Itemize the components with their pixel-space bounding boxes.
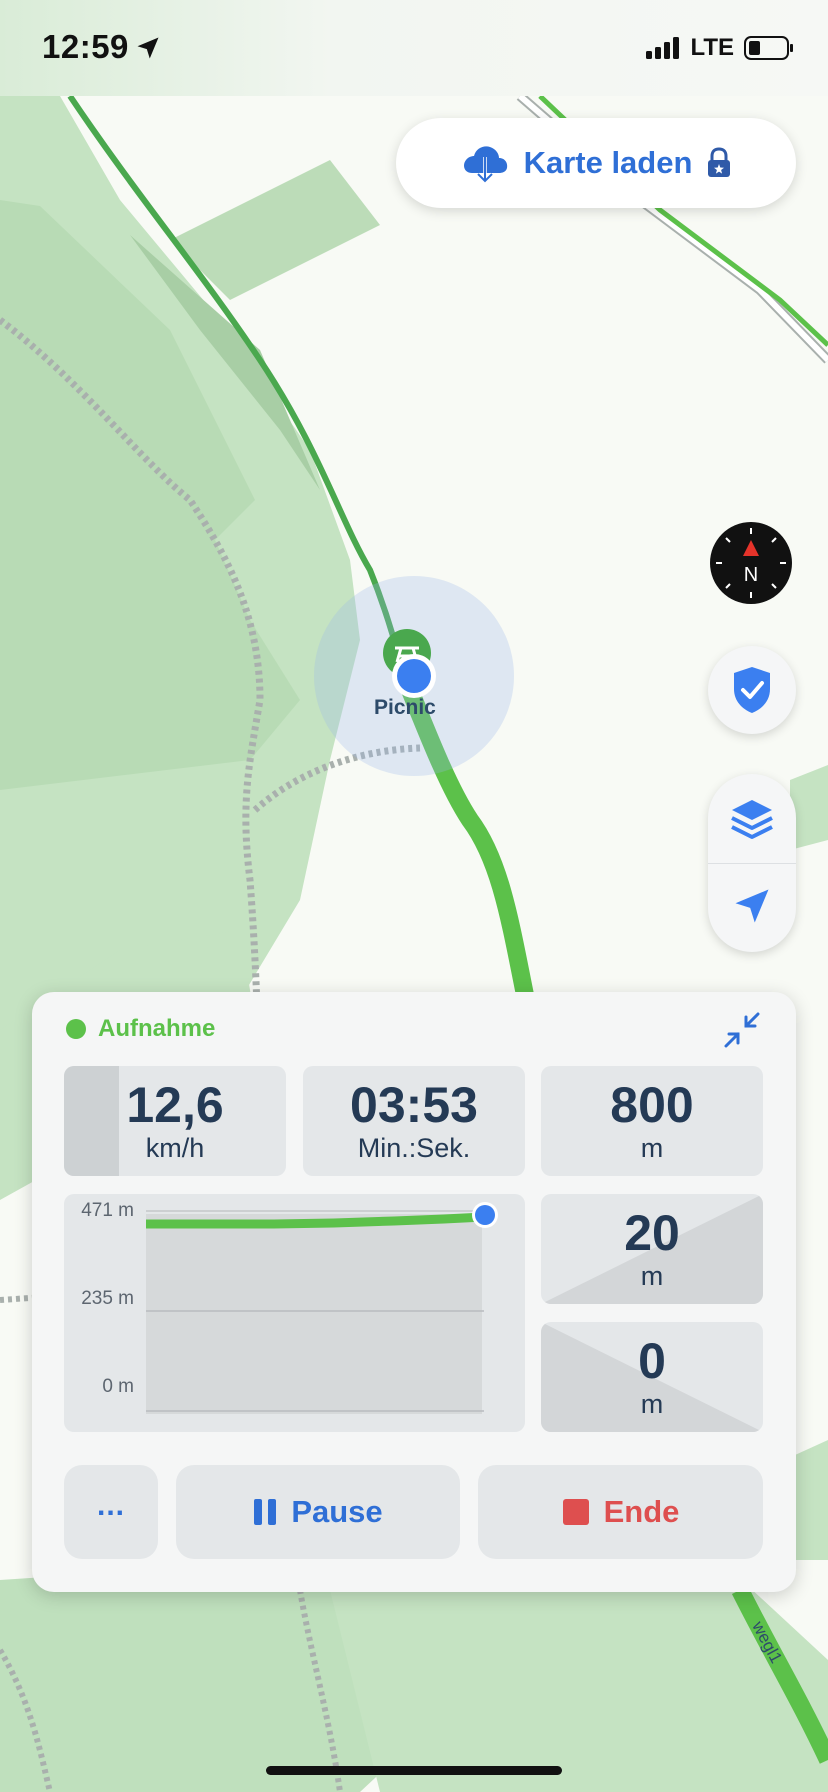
- compass-letter: N: [744, 564, 758, 586]
- speed-unit: km/h: [145, 1133, 205, 1163]
- lock-icon: [708, 147, 731, 177]
- home-indicator[interactable]: [266, 1766, 562, 1775]
- layers-icon[interactable]: [728, 796, 776, 844]
- more-button[interactable]: ...: [64, 1465, 158, 1559]
- stop-icon: [562, 1499, 589, 1525]
- pause-label: Pause: [291, 1494, 383, 1529]
- ascent-unit: m: [640, 1261, 664, 1291]
- ascent-value: 20: [624, 1205, 680, 1261]
- recording-panel: Aufnahme 12,6 km/h 03:53 Min.:Sek. 800 m…: [32, 992, 796, 1592]
- divider: [708, 863, 796, 864]
- collapse-icon[interactable]: [722, 1010, 762, 1050]
- speed-tile: 12,6 km/h: [64, 1066, 286, 1176]
- descent-value: 0: [638, 1333, 666, 1389]
- distance-tile: 800 m: [541, 1066, 763, 1176]
- status-bar: 12:59 LTE: [0, 0, 828, 96]
- duration-value: 03:53: [350, 1077, 478, 1133]
- signal-icon: [646, 37, 680, 59]
- end-button[interactable]: Ende: [478, 1465, 763, 1559]
- pause-button[interactable]: Pause: [176, 1465, 460, 1559]
- end-label: Ende: [603, 1494, 680, 1529]
- descent-tile: 0 m: [541, 1322, 763, 1432]
- load-map-label: Karte laden: [523, 145, 693, 180]
- battery-icon: [744, 36, 793, 60]
- elevation-plot: [146, 1202, 498, 1414]
- distance-unit: m: [640, 1133, 664, 1163]
- duration-unit: Min.:Sek.: [357, 1133, 471, 1163]
- elevation-chart: 471 m 235 m 0 m: [64, 1194, 525, 1432]
- duration-tile: 03:53 Min.:Sek.: [303, 1066, 525, 1176]
- ascent-tile: 20 m: [541, 1194, 763, 1304]
- more-label: ...: [96, 1489, 125, 1522]
- network-type: LTE: [690, 34, 734, 61]
- recording-status: Aufnahme: [98, 1015, 216, 1042]
- distance-value: 800: [610, 1077, 694, 1133]
- cloud-download-icon: [463, 146, 507, 184]
- compass-button[interactable]: N: [710, 522, 792, 604]
- navigation-arrow-icon[interactable]: [730, 884, 774, 928]
- shield-check-icon: [734, 667, 770, 713]
- location-arrow-icon: [137, 37, 159, 59]
- recording-indicator: [66, 1019, 86, 1039]
- pause-icon: [254, 1499, 277, 1525]
- compass-icon: N: [716, 528, 786, 598]
- poi-label[interactable]: Picnic: [374, 696, 436, 720]
- load-map-button[interactable]: Karte laden: [396, 118, 796, 208]
- safety-button[interactable]: [708, 646, 796, 734]
- descent-unit: m: [640, 1389, 664, 1419]
- map-controls: [708, 774, 796, 952]
- status-time: 12:59: [42, 28, 129, 65]
- speed-value: 12,6: [126, 1077, 224, 1133]
